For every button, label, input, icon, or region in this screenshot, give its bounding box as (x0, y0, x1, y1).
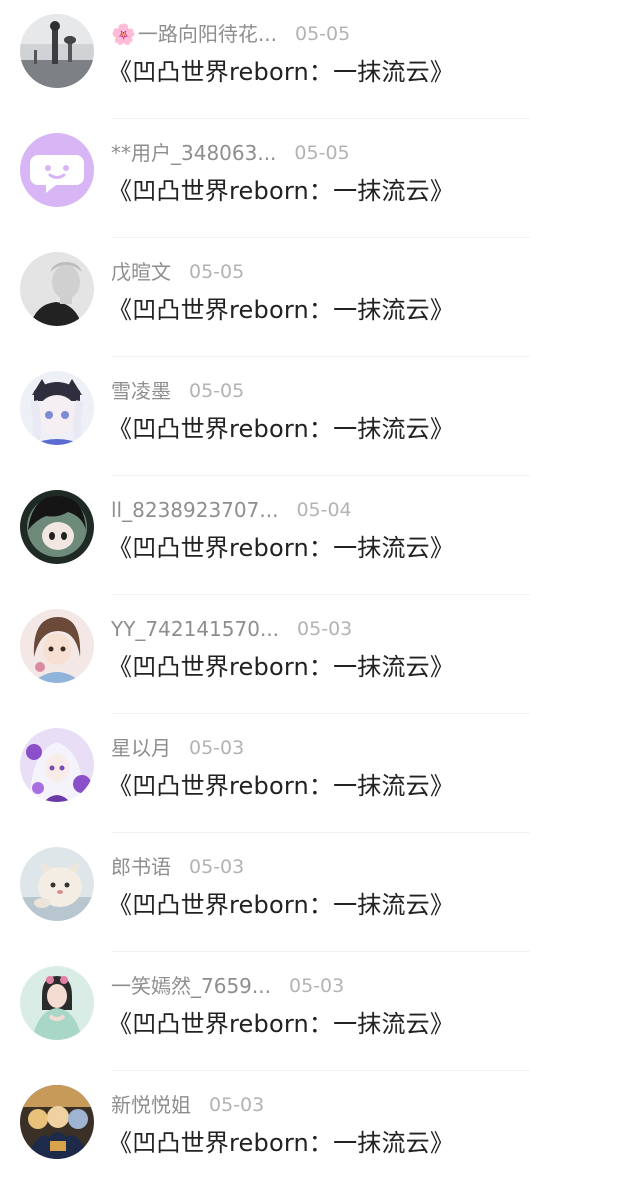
list-item[interactable]: 新悦悦姐 05-03 《凹凸世界reborn：一抹流云》 (0, 1071, 640, 1190)
user-name[interactable]: 郎书语 (111, 853, 171, 881)
user-name[interactable]: ll_8238923707... (111, 496, 278, 524)
avatar-anime-catgirl-icon (20, 371, 94, 445)
comment-list: 🌸 一路向阳待花... 05-05 《凹凸世界reborn：一抹流云》 **用户… (0, 0, 640, 1177)
list-item[interactable]: 🌸 一路向阳待花... 05-05 《凹凸世界reborn：一抹流云》 (0, 0, 640, 119)
comment-date: 05-03 (209, 1094, 265, 1116)
work-title[interactable]: 《凹凸世界reborn：一抹流云》 (108, 52, 454, 87)
work-title[interactable]: 《凹凸世界reborn：一抹流云》 (108, 885, 454, 920)
work-title[interactable]: 《凹凸世界reborn：一抹流云》 (108, 647, 454, 682)
avatar[interactable] (20, 14, 94, 88)
avatar[interactable] (20, 1085, 94, 1159)
user-name[interactable]: 雪凌墨 (111, 377, 171, 405)
avatar[interactable] (20, 609, 94, 683)
avatar[interactable] (20, 728, 94, 802)
work-title[interactable]: 《凹凸世界reborn：一抹流云》 (108, 1004, 454, 1039)
avatar-anime-dark-icon (20, 490, 94, 564)
avatar-photo-cat-icon (20, 847, 94, 921)
user-name[interactable]: **用户_348063... (111, 139, 276, 167)
comment-date: 05-05 (294, 23, 351, 45)
work-title[interactable]: 《凹凸世界reborn：一抹流云》 (108, 409, 454, 444)
avatar-anime-purple-icon (20, 728, 94, 802)
comment-date: 05-03 (297, 618, 353, 640)
avatar[interactable] (20, 133, 94, 207)
comment-date: 05-03 (189, 737, 245, 759)
comment-date: 05-05 (189, 261, 245, 283)
work-title[interactable]: 《凹凸世界reborn：一抹流云》 (108, 528, 454, 563)
avatar-photo-bw-icon (20, 252, 94, 326)
avatar-photo-gray-icon (20, 14, 94, 88)
user-name[interactable]: 一路向阳待花... (138, 20, 277, 48)
list-item[interactable]: 郎书语 05-03 《凹凸世界reborn：一抹流云》 (0, 833, 640, 952)
user-name[interactable]: 戊暄文 (111, 258, 171, 286)
list-item[interactable]: 一笑嫣然_7659... 05-03 《凹凸世界reborn：一抹流云》 (0, 952, 640, 1071)
list-item[interactable]: YY_742141570... 05-03 《凹凸世界reborn：一抹流云》 (0, 595, 640, 714)
avatar-default-chat-icon (20, 133, 94, 207)
work-title[interactable]: 《凹凸世界reborn：一抹流云》 (108, 171, 454, 206)
avatar-anime-girl-icon (20, 609, 94, 683)
avatar[interactable] (20, 490, 94, 564)
comment-date: 05-03 (189, 856, 245, 878)
list-item[interactable]: 戊暄文 05-05 《凹凸世界reborn：一抹流云》 (0, 238, 640, 357)
work-title[interactable]: 《凹凸世界reborn：一抹流云》 (108, 1123, 454, 1158)
work-title[interactable]: 《凹凸世界reborn：一抹流云》 (108, 290, 454, 325)
user-name[interactable]: YY_742141570... (111, 615, 279, 643)
list-item[interactable]: **用户_348063... 05-05 《凹凸世界reborn：一抹流云》 (0, 119, 640, 238)
comment-date: 05-05 (294, 142, 350, 164)
comment-date: 05-05 (189, 380, 245, 402)
avatar[interactable] (20, 847, 94, 921)
list-item[interactable]: 雪凌墨 05-05 《凹凸世界reborn：一抹流云》 (0, 357, 640, 476)
avatar-anime-group-icon (20, 1085, 94, 1159)
list-item[interactable]: 星以月 05-03 《凹凸世界reborn：一抹流云》 (0, 714, 640, 833)
work-title[interactable]: 《凹凸世界reborn：一抹流云》 (108, 766, 454, 801)
avatar-photo-girl-icon (20, 966, 94, 1040)
avatar[interactable] (20, 966, 94, 1040)
list-item[interactable]: ll_8238923707... 05-04 《凹凸世界reborn：一抹流云》 (0, 476, 640, 595)
user-name[interactable]: 星以月 (111, 734, 171, 762)
avatar[interactable] (20, 371, 94, 445)
comment-date: 05-04 (296, 499, 352, 521)
user-name[interactable]: 新悦悦姐 (111, 1091, 191, 1119)
avatar[interactable] (20, 252, 94, 326)
user-name[interactable]: 一笑嫣然_7659... (111, 972, 271, 1000)
comment-date: 05-03 (288, 975, 345, 997)
flower-icon: 🌸 (111, 22, 136, 46)
